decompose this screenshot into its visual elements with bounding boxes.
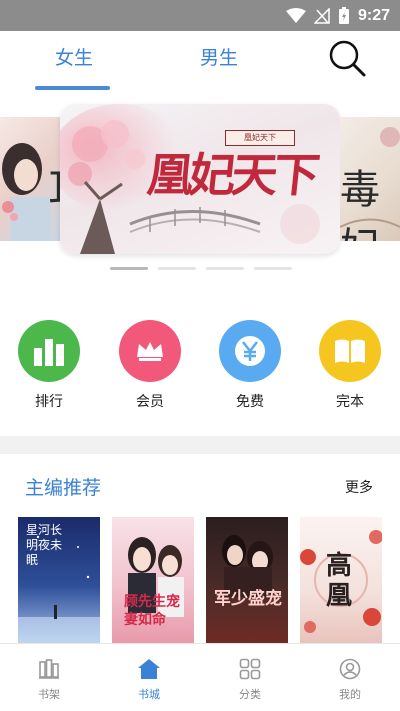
nav-bookstore-label: 书城	[138, 688, 160, 701]
book-cover-text: 星河长明夜未眠	[26, 523, 63, 567]
book-cover[interactable]: 星河长明夜未眠	[18, 517, 100, 643]
nav-profile[interactable]: 我的	[320, 658, 380, 702]
nav-bookshelf[interactable]: 书架	[19, 658, 79, 702]
status-bar: 9:27	[0, 0, 400, 31]
book-cover-text: 顾先生宠妻如命	[124, 594, 180, 628]
tab-female[interactable]: 女生	[55, 43, 93, 70]
clock: 9:27	[357, 6, 390, 24]
nav-bookshelf-label: 书架	[38, 688, 60, 701]
book-list: 星河长明夜未眠 顾先生宠妻如命 军少盛宠 高凰	[0, 517, 400, 647]
nav-bookstore[interactable]: 书城	[119, 658, 179, 702]
banner-title: 凰妃天下	[144, 148, 319, 202]
profile-icon	[339, 658, 361, 680]
more-link[interactable]: 更多	[345, 477, 373, 497]
banner-next-slide[interactable]: 毒妃	[340, 117, 400, 241]
carousel-dot[interactable]	[158, 267, 196, 270]
shortcut-finished-label: 完本	[336, 394, 364, 410]
app-screen: 9:27 女生 男生 耳	[0, 0, 400, 711]
banner-prev-title: 耳	[48, 157, 60, 215]
wifi-icon	[285, 7, 306, 23]
book-cover-text: 高凰	[326, 551, 353, 611]
shortcut-vip[interactable]: 会员	[118, 320, 182, 411]
section-title: 主编推荐	[25, 477, 102, 499]
open-book-icon	[319, 320, 381, 382]
active-tab-indicator	[35, 86, 110, 90]
shortcut-free[interactable]: 免费	[218, 320, 282, 411]
signal-icon	[313, 7, 330, 24]
carousel-dot[interactable]	[110, 267, 148, 270]
nav-profile-label: 我的	[339, 688, 361, 701]
banner-carousel[interactable]: 耳	[0, 100, 400, 280]
nav-category-label: 分类	[239, 688, 261, 701]
book-cover[interactable]: 高凰	[300, 517, 382, 643]
category-grid-icon	[239, 658, 261, 680]
shortcut-ranking[interactable]: 排行	[17, 320, 81, 411]
carousel-indicator	[110, 267, 292, 270]
banner-prev-slide[interactable]: 耳	[0, 117, 60, 241]
search-icon[interactable]	[326, 37, 368, 79]
book-cover[interactable]: 顾先生宠妻如命	[112, 517, 194, 643]
nav-category[interactable]: 分类	[220, 658, 280, 702]
bookshelf-icon	[39, 659, 59, 679]
shortcut-finished[interactable]: 完本	[318, 320, 382, 411]
carousel-dot[interactable]	[254, 267, 292, 270]
tab-male[interactable]: 男生	[200, 43, 238, 70]
book-cover[interactable]: 军少盛宠	[206, 517, 288, 643]
banner-next-title: 毒妃	[340, 167, 380, 241]
top-tab-bar: 女生 男生	[0, 31, 400, 95]
shortcut-free-label: 免费	[236, 394, 264, 410]
crown-icon	[119, 320, 181, 382]
yen-icon	[219, 320, 281, 382]
shortcut-ranking-label: 排行	[35, 394, 63, 410]
carousel-dot[interactable]	[206, 267, 244, 270]
battery-icon	[338, 6, 349, 24]
home-icon	[138, 659, 160, 679]
category-shortcuts: 排行 会员 免费 完本	[0, 320, 400, 415]
section-divider	[0, 436, 400, 454]
bottom-nav: 书架 书城 分类 我的	[0, 643, 400, 711]
shortcut-vip-label: 会员	[136, 394, 164, 410]
banner-current-slide[interactable]: 凰妃天下 凰妃天下	[60, 104, 340, 254]
ranking-bars-icon	[18, 320, 80, 382]
book-cover-text: 军少盛宠	[214, 589, 282, 609]
